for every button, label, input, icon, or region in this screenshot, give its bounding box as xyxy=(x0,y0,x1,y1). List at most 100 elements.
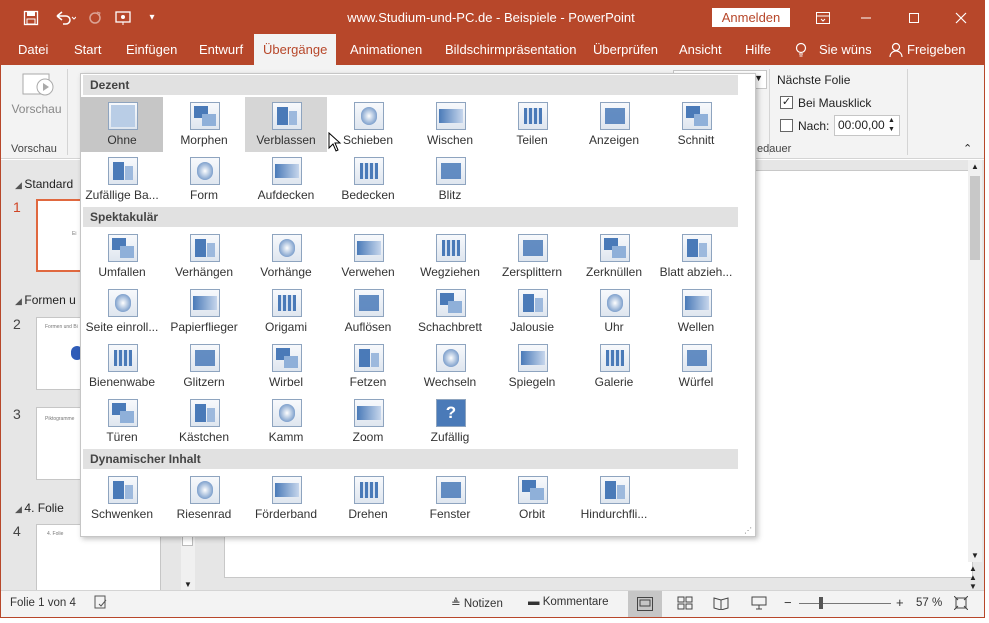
signin-button[interactable]: Anmelden xyxy=(712,8,790,27)
tab-einfuegen[interactable]: Einfügen xyxy=(126,34,177,65)
transition-schachbrett[interactable]: Schachbrett xyxy=(409,284,491,339)
tab-datei[interactable]: Datei xyxy=(18,34,48,65)
transition-glitzern[interactable]: Glitzern xyxy=(163,339,245,394)
transition-galerie[interactable]: Galerie xyxy=(573,339,655,394)
start-slideshow-icon[interactable] xyxy=(113,1,135,34)
maximize-icon[interactable] xyxy=(899,1,929,34)
transition-auflösen[interactable]: Auflösen xyxy=(327,284,409,339)
transition-kamm[interactable]: Kamm xyxy=(245,394,327,449)
scroll-up-icon[interactable]: ▲ xyxy=(971,162,979,171)
editor-scrollbar[interactable]: ▲ ▼ xyxy=(968,160,982,562)
tab-animationen[interactable]: Animationen xyxy=(350,34,422,65)
transition-spiegeln[interactable]: Spiegeln xyxy=(491,339,573,394)
transition-kästchen[interactable]: Kästchen xyxy=(163,394,245,449)
fit-to-window-icon[interactable] xyxy=(953,595,969,613)
save-icon[interactable] xyxy=(19,1,43,34)
scroll-down-icon[interactable]: ▼ xyxy=(971,551,979,560)
tab-uebergaenge[interactable]: Übergänge xyxy=(254,34,337,65)
transition-blatt-abzieh[interactable]: Blatt abzieh... xyxy=(655,229,737,284)
transition-aufdecken[interactable]: Aufdecken xyxy=(245,152,327,207)
scroll-down-icon[interactable]: ▼ xyxy=(184,580,192,589)
transition-würfel[interactable]: Würfel xyxy=(655,339,737,394)
tab-entwurf[interactable]: Entwurf xyxy=(199,34,243,65)
transition-zufällige-ba[interactable]: Zufällige Ba... xyxy=(81,152,163,207)
transition-orbit[interactable]: Orbit xyxy=(491,471,573,526)
preview-button[interactable]: Vorschau xyxy=(9,69,64,125)
zoom-slider[interactable] xyxy=(799,603,891,604)
slide-sorter-icon[interactable] xyxy=(677,596,693,613)
spellcheck-icon[interactable] xyxy=(94,595,108,612)
transition-bienenwabe[interactable]: Bienenwabe xyxy=(81,339,163,394)
customize-toolbar-icon[interactable]: ▾ xyxy=(145,1,159,34)
scroll-thumb[interactable] xyxy=(182,536,193,546)
section-folie4[interactable]: ◢ 4. Folie xyxy=(15,501,64,515)
close-icon[interactable] xyxy=(946,1,976,34)
notes-button[interactable]: ≜ Notizen xyxy=(451,596,503,610)
on-click-checkbox[interactable]: ✓ xyxy=(780,96,793,109)
zoom-level[interactable]: 57 % xyxy=(916,597,942,609)
transition-fetzen[interactable]: Fetzen xyxy=(327,339,409,394)
transition-verblassen[interactable]: Verblassen xyxy=(245,97,327,152)
ribbon-display-options-icon[interactable] xyxy=(811,1,835,34)
transition-wegziehen[interactable]: Wegziehen xyxy=(409,229,491,284)
transition-origami[interactable]: Origami xyxy=(245,284,327,339)
slideshow-view-icon[interactable] xyxy=(751,596,767,613)
share-button[interactable]: Freigeben xyxy=(907,34,966,65)
normal-view-button[interactable] xyxy=(628,591,662,617)
section-formen[interactable]: ◢ Formen u xyxy=(15,293,76,307)
transition-verwehen[interactable]: Verwehen xyxy=(327,229,409,284)
tab-start[interactable]: Start xyxy=(74,34,101,65)
section-standard[interactable]: ◢ Standard xyxy=(15,177,73,191)
zoom-out-icon[interactable]: − xyxy=(784,595,792,610)
time-spinner[interactable]: ▲ ▼ xyxy=(888,116,895,134)
zoom-slider-thumb[interactable] xyxy=(819,597,823,609)
scroll-thumb[interactable] xyxy=(970,176,980,260)
minimize-icon[interactable] xyxy=(851,1,881,34)
redo-icon[interactable] xyxy=(85,1,105,34)
transition-drehen[interactable]: Drehen xyxy=(327,471,409,526)
transition-zerknüllen[interactable]: Zerknüllen xyxy=(573,229,655,284)
transition-zoom[interactable]: Zoom xyxy=(327,394,409,449)
transition-fenster[interactable]: Fenster xyxy=(409,471,491,526)
zoom-in-icon[interactable]: + xyxy=(896,595,904,610)
transition-wirbel[interactable]: Wirbel xyxy=(245,339,327,394)
transition-ohne[interactable]: Ohne xyxy=(81,97,163,152)
transition-türen[interactable]: Türen xyxy=(81,394,163,449)
transition-zersplittern[interactable]: Zersplittern xyxy=(491,229,573,284)
tab-ueberpruefen[interactable]: Überprüfen xyxy=(593,34,658,65)
tab-hilfe[interactable]: Hilfe xyxy=(745,34,771,65)
transition-schnitt[interactable]: Schnitt xyxy=(655,97,737,152)
transition-bedecken[interactable]: Bedecken xyxy=(327,152,409,207)
comments-button[interactable]: ▬ Kommentare xyxy=(528,596,609,608)
transition-seite-einroll[interactable]: Seite einroll... xyxy=(81,284,163,339)
transition-wechseln[interactable]: Wechseln xyxy=(409,339,491,394)
transition-verhängen[interactable]: Verhängen xyxy=(163,229,245,284)
transition-papierflieger[interactable]: Papierflieger xyxy=(163,284,245,339)
thumb-text: Ei xyxy=(72,231,77,237)
transition-uhr[interactable]: Uhr xyxy=(573,284,655,339)
transition-anzeigen[interactable]: Anzeigen xyxy=(573,97,655,152)
transition-riesenrad[interactable]: Riesenrad xyxy=(163,471,245,526)
transition-zufällig[interactable]: ? Zufällig xyxy=(409,394,491,449)
tell-me-input[interactable]: Sie wünsc xyxy=(819,34,871,65)
after-checkbox[interactable] xyxy=(780,119,793,132)
transition-morphen[interactable]: Morphen xyxy=(163,97,245,152)
transition-blitz[interactable]: Blitz xyxy=(409,152,491,207)
transition-label: Wirbel xyxy=(268,375,303,389)
transition-jalousie[interactable]: Jalousie xyxy=(491,284,573,339)
transition-teilen[interactable]: Teilen xyxy=(491,97,573,152)
transition-schwenken[interactable]: Schwenken xyxy=(81,471,163,526)
collapse-ribbon-icon[interactable]: ⌃ xyxy=(963,142,972,155)
reading-view-icon[interactable] xyxy=(713,596,729,613)
tab-bildschirmpraesentation[interactable]: Bildschirmpräsentation xyxy=(445,34,577,65)
transition-umfallen[interactable]: Umfallen xyxy=(81,229,163,284)
tab-ansicht[interactable]: Ansicht xyxy=(679,34,722,65)
undo-icon[interactable] xyxy=(51,1,79,34)
transition-wellen[interactable]: Wellen xyxy=(655,284,737,339)
transition-form[interactable]: Form xyxy=(163,152,245,207)
transition-wischen[interactable]: Wischen xyxy=(409,97,491,152)
transition-vorhänge[interactable]: Vorhänge xyxy=(245,229,327,284)
transition-förderband[interactable]: Förderband xyxy=(245,471,327,526)
transition-hindurchfli[interactable]: Hindurchfli... xyxy=(573,471,655,526)
resize-grip-icon[interactable]: ⋰ xyxy=(744,526,752,535)
